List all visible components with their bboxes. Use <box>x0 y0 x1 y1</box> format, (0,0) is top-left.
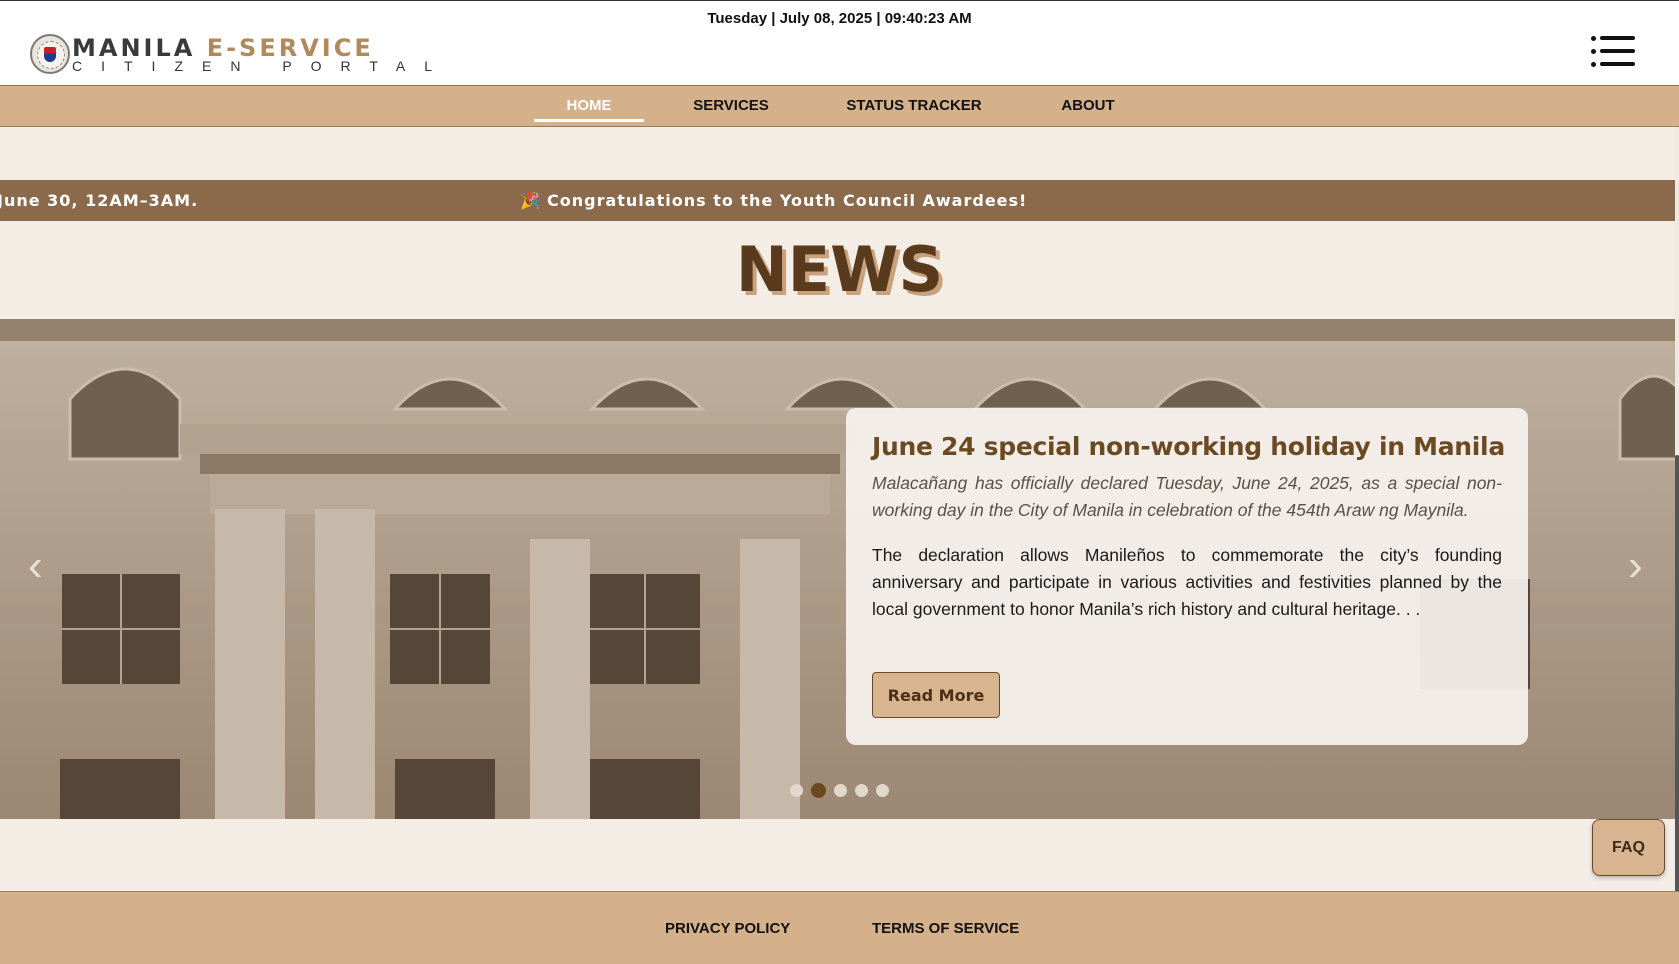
carousel-dot-active[interactable] <box>811 783 826 798</box>
logo-text: MANILA E-SERVICE CITIZEN PORTAL <box>72 36 452 74</box>
logo-title: MANILA E-SERVICE <box>72 36 451 60</box>
carousel-dot[interactable] <box>790 784 803 797</box>
news-heading: NEWS <box>735 233 944 306</box>
news-carousel: ‹ › June 24 special non-working holiday … <box>0 319 1679 819</box>
site-logo[interactable]: MANILA E-SERVICE CITIZEN PORTAL <box>30 34 451 74</box>
news-card-title: June 24 special non-working holiday in M… <box>872 432 1505 461</box>
logo-subtitle: CITIZEN PORTAL <box>72 58 452 74</box>
celebration-icon: 🎉 <box>520 191 541 210</box>
main-nav: HOME SERVICES STATUS TRACKER ABOUT <box>0 86 1679 127</box>
site-footer: PRIVACY POLICY TERMS OF SERVICE <box>0 891 1679 964</box>
carousel-prev-arrow-icon[interactable]: ‹ <box>28 544 43 588</box>
nav-about[interactable]: ABOUT <box>1058 86 1118 127</box>
carousel-next-arrow-icon[interactable]: › <box>1628 544 1643 588</box>
current-datetime: Tuesday | July 08, 2025 | 09:40:23 AM <box>707 10 972 27</box>
carousel-dot[interactable] <box>855 784 868 797</box>
manila-seal-icon <box>30 34 70 74</box>
read-more-button[interactable]: Read More <box>872 672 1000 718</box>
faq-button[interactable]: FAQ <box>1592 819 1665 876</box>
nav-services[interactable]: SERVICES <box>689 86 773 127</box>
ticker-item: Congratulations to the Youth Council Awa… <box>547 191 1028 210</box>
privacy-policy-link[interactable]: PRIVACY POLICY <box>665 892 790 964</box>
terms-of-service-link[interactable]: TERMS OF SERVICE <box>872 892 1019 964</box>
announcement-ticker: June 30, 12AM–3AM. 🎉 Congratulations to … <box>0 180 1679 221</box>
ticker-item: June 30, 12AM–3AM. <box>0 191 199 210</box>
news-card: June 24 special non-working holiday in M… <box>846 408 1528 745</box>
news-card-body: The declaration allows Manileños to comm… <box>872 545 1502 619</box>
site-header: Tuesday | July 08, 2025 | 09:40:23 AM MA… <box>0 0 1679 86</box>
nav-status-tracker[interactable]: STATUS TRACKER <box>846 86 982 127</box>
carousel-dot[interactable] <box>834 784 847 797</box>
hamburger-menu-icon[interactable] <box>1591 35 1635 69</box>
nav-home[interactable]: HOME <box>534 86 644 127</box>
news-card-lead: Malacañang has officially declared Tuesd… <box>872 473 1502 520</box>
carousel-dot[interactable] <box>876 784 889 797</box>
scrollbar-thumb[interactable] <box>1675 455 1679 895</box>
carousel-indicators <box>790 783 889 798</box>
